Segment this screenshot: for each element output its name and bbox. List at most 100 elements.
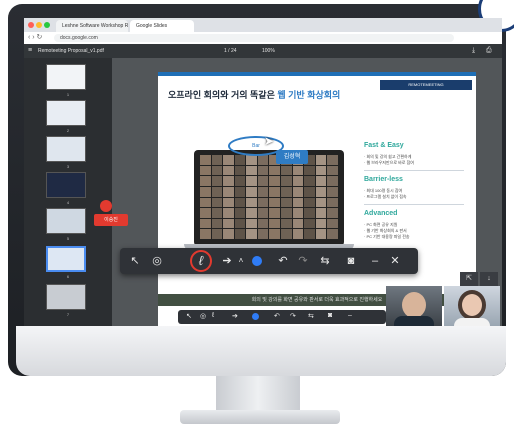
participant-tile: [223, 155, 234, 165]
camera-icon[interactable]: ◙: [344, 254, 358, 268]
slide-title: 오프라인 회의와 거의 똑같은 웹 기반 화상회의: [168, 88, 340, 101]
section-line: · 프로그램 설치 없이 접속: [364, 194, 407, 199]
thumbnail-selected[interactable]: [46, 246, 86, 272]
participant-tile: [292, 218, 304, 229]
thumbnail[interactable]: [46, 172, 86, 198]
share-screen-icon[interactable]: ⇱: [460, 272, 478, 286]
undo-icon[interactable]: ↶: [276, 254, 290, 268]
maximize-window-icon[interactable]: [44, 22, 50, 28]
browser-tabbar: Leshne Software Workshop Report Google S…: [24, 18, 502, 32]
redo-icon[interactable]: ↷: [296, 254, 310, 268]
participant-tile: [211, 165, 223, 176]
pen-icon[interactable]: ℓ: [212, 312, 214, 319]
participant-tile: [234, 155, 246, 165]
back-icon[interactable]: ‹ › ↻: [28, 33, 42, 41]
download-icon[interactable]: ⤓: [472, 44, 475, 58]
cursor-icon[interactable]: ↖: [186, 312, 192, 320]
face: [462, 294, 482, 316]
minimize-window-icon[interactable]: [36, 22, 42, 28]
participant-tile: [246, 197, 257, 208]
redo-icon[interactable]: ↷: [290, 312, 296, 320]
participant-tile: [281, 229, 292, 239]
minimize-icon[interactable]: –: [348, 312, 352, 319]
close-icon[interactable]: ✕: [388, 254, 402, 268]
menu-icon[interactable]: ≡: [28, 44, 32, 58]
participant-tile: [269, 186, 281, 197]
participant-tile: [211, 229, 223, 239]
thumbnail[interactable]: [46, 64, 86, 90]
participant-tile: [315, 197, 327, 208]
participant-tile: [315, 208, 327, 218]
participant-tile: [327, 197, 338, 208]
monitor-stand: [216, 376, 300, 414]
video-tile-man[interactable]: [386, 286, 442, 326]
arrow-icon[interactable]: ➔: [232, 312, 238, 320]
participant-tile: [211, 197, 223, 208]
shirt: [394, 316, 434, 326]
participant-tile: [269, 197, 281, 208]
url-field[interactable]: docs.google.com: [54, 34, 454, 42]
participant-tile: [269, 165, 281, 176]
section-title: Barrier-less: [364, 176, 403, 183]
thumbnail-number: 5: [66, 236, 70, 241]
cursor-icon[interactable]: ↖: [128, 254, 142, 268]
zoom-level[interactable]: 100%: [262, 44, 275, 58]
thumbnail[interactable]: [46, 284, 86, 310]
swap-icon[interactable]: ⇆: [318, 254, 332, 268]
section-line: · PC 기반 대용량 파일 전송: [364, 234, 410, 239]
page-indicator[interactable]: 1 / 24: [224, 44, 237, 58]
slide-title-prefix: 오프라인 회의와 거의 똑같은: [168, 90, 278, 100]
participant-tile: [200, 197, 211, 208]
participant-tile: [257, 186, 269, 197]
monitor-base: [180, 410, 340, 424]
video-tile-woman[interactable]: [444, 286, 500, 326]
participant-tile: [211, 208, 223, 218]
participant-tile: [292, 186, 304, 197]
slide-top-band: [158, 72, 476, 76]
participant-tile: [315, 229, 327, 239]
pointer-dot: [100, 200, 112, 212]
participant-tile: [234, 197, 246, 208]
participant-tile: [269, 229, 281, 239]
pointer-name-tag: 이승진: [94, 214, 128, 226]
participant-tile: [269, 176, 281, 186]
thumbnail[interactable]: [46, 136, 86, 162]
monitor-chin: [16, 326, 506, 376]
slide-logo: REMOTEMEETING: [380, 80, 472, 90]
browser-tab[interactable]: Leshne Software Workshop Report: [56, 20, 128, 32]
participant-tile: [211, 176, 223, 186]
participant-tile: [200, 176, 211, 186]
participant-tile: [200, 155, 211, 165]
participant-tile: [292, 197, 304, 208]
participant-tile: [200, 165, 211, 176]
download-arrow-icon[interactable]: ↓: [480, 272, 498, 286]
color-dot-icon[interactable]: [252, 313, 259, 320]
thumbnail-number: 1: [66, 92, 70, 97]
participant-tile: [234, 176, 246, 186]
participant-tile: [246, 155, 257, 165]
thumbnail[interactable]: [46, 100, 86, 126]
target-icon[interactable]: ◎: [200, 312, 206, 320]
target-icon[interactable]: ◎: [150, 254, 164, 268]
participant-tile: [257, 229, 269, 239]
close-window-icon[interactable]: [28, 22, 34, 28]
print-icon[interactable]: ⎙: [486, 44, 492, 58]
participant-tile: [246, 208, 257, 218]
minimize-icon[interactable]: –: [368, 254, 382, 268]
pen-icon[interactable]: ℓ: [194, 254, 208, 268]
participant-tile: [315, 176, 327, 186]
swap-icon[interactable]: ⇆: [308, 312, 314, 320]
participant-tile: [327, 155, 338, 165]
browser-tab-active[interactable]: Google Slides: [130, 20, 194, 32]
monitor-screen: Leshne Software Workshop Report Google S…: [24, 18, 502, 326]
undo-icon[interactable]: ↶: [274, 312, 280, 320]
pdf-thumbnail-sidebar: 1 2 3 4 5 6 7: [24, 58, 112, 326]
participant-tile: [292, 176, 304, 186]
thumbnail[interactable]: [46, 208, 86, 234]
arrow-icon[interactable]: ➔: [220, 254, 234, 268]
participant-tile: [211, 218, 223, 229]
camera-icon[interactable]: ◙: [328, 312, 332, 319]
chevron-up-icon[interactable]: ˄: [234, 254, 248, 268]
color-dot-icon[interactable]: [252, 256, 262, 266]
participant-tile: [327, 186, 338, 197]
